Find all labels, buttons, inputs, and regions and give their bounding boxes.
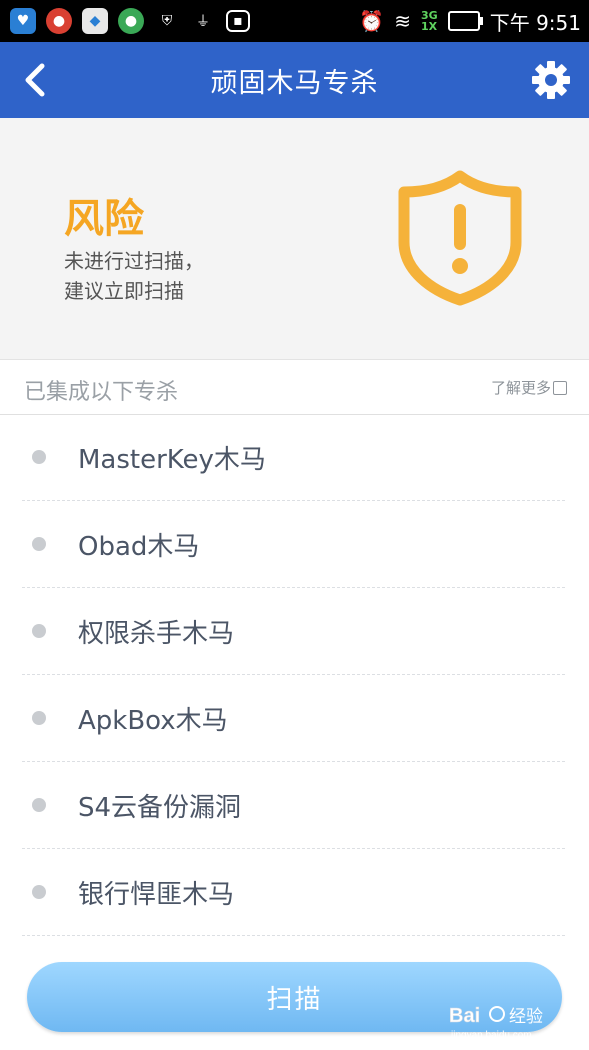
list-item: ApkBox木马 xyxy=(22,675,565,762)
wifi-icon: ≋ xyxy=(394,9,412,33)
shield-icon: ⛨ xyxy=(161,13,173,29)
trojan-list: MasterKey木马 Obad木马 权限杀手木马 ApkBox木马 S4云备份… xyxy=(0,414,589,936)
watermark-brand: Bai xyxy=(449,1005,480,1027)
list-item-label: MasterKey木马 xyxy=(78,444,266,475)
network-1x-label: 1X xyxy=(421,20,438,33)
status-bar: ♥ ● ◆ ● ⛨ ⏚ ▪ ⏰ ≋ 3G 1X 下午 9:51 xyxy=(0,0,589,42)
section-label: 已集成以下专杀 xyxy=(24,380,179,405)
risk-status-title: 风险 xyxy=(64,196,144,242)
list-item: 银行悍匪木马 xyxy=(22,849,565,936)
settings-gear-icon[interactable] xyxy=(529,58,573,102)
warning-shield-icon xyxy=(398,170,522,306)
notification-icons: ♥ ● ◆ ● ⛨ ⏚ ▪ xyxy=(0,8,250,34)
watermark-brand-cn: 经验 xyxy=(509,1007,543,1027)
list-item: MasterKey木马 xyxy=(22,414,565,501)
learn-more-link[interactable]: 了解更多 xyxy=(491,377,567,398)
network-indicator: 3G 1X xyxy=(421,10,438,32)
list-item-label: Obad木马 xyxy=(78,531,200,562)
app-notification-icon: ◆ xyxy=(82,8,108,34)
list-item-label: S4云备份漏洞 xyxy=(78,792,242,823)
list-item-label: 银行悍匪木马 xyxy=(78,879,235,910)
bullet-icon xyxy=(32,450,46,464)
android-icon: ▪ xyxy=(226,10,250,32)
app-header: 顽固木马专杀 xyxy=(0,42,589,118)
baidu-watermark-logo: Bai 经验 jingyan.baidu.com xyxy=(449,1005,543,1041)
risk-description-line: 建议立即扫描 xyxy=(64,279,184,303)
time-prefix: 下午 xyxy=(489,10,530,35)
risk-description-line: 未进行过扫描， xyxy=(64,249,204,273)
battery-icon xyxy=(447,11,483,31)
bullet-icon xyxy=(32,798,46,812)
list-item: Obad木马 xyxy=(22,501,565,588)
watermark-url: jingyan.baidu.com xyxy=(450,1030,532,1041)
status-indicators: ⏰ ≋ 3G 1X 下午 9:51 xyxy=(359,7,589,36)
app-notification-icon: ♥ xyxy=(10,8,36,34)
bullet-icon xyxy=(32,537,46,551)
list-item: 权限杀手木马 xyxy=(22,588,565,675)
bullet-icon xyxy=(32,885,46,899)
list-item-label: 权限杀手木马 xyxy=(78,618,235,649)
app-notification-icon: ● xyxy=(118,8,144,34)
page-title: 顽固木马专杀 xyxy=(210,67,379,99)
app-notification-icon: ● xyxy=(46,8,72,34)
bullet-icon xyxy=(32,624,46,638)
back-arrow-icon[interactable] xyxy=(16,58,56,102)
risk-description: 未进行过扫描， 建议立即扫描 xyxy=(64,246,204,306)
external-link-icon xyxy=(553,380,567,395)
bullet-icon xyxy=(32,711,46,725)
learn-more-label: 了解更多 xyxy=(490,379,551,397)
list-item-label: ApkBox木马 xyxy=(78,705,228,736)
time-label: 9:51 xyxy=(536,10,581,35)
usb-icon: ⏚ xyxy=(196,14,210,30)
clock: 下午 9:51 xyxy=(490,7,581,36)
section-header: 已集成以下专杀 了解更多 xyxy=(0,360,589,415)
list-item: S4云备份漏洞 xyxy=(22,762,565,849)
alarm-icon: ⏰ xyxy=(359,9,385,33)
